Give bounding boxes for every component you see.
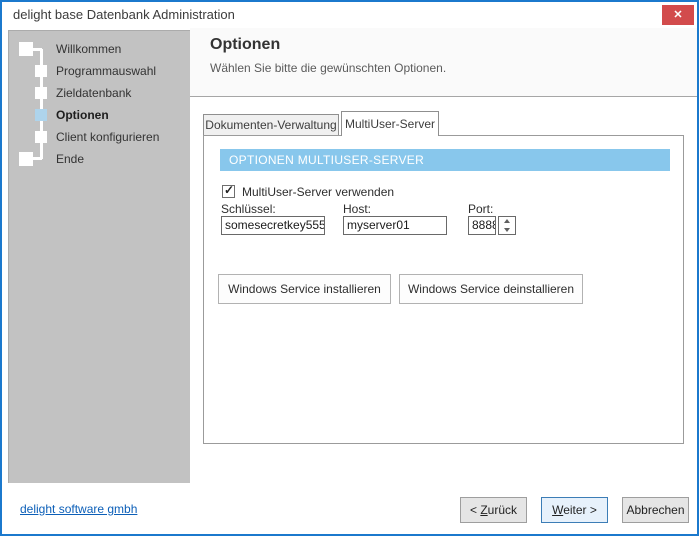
chevron-down-icon xyxy=(504,228,510,232)
key-field[interactable]: somesecretkey555 xyxy=(221,216,325,235)
step-marker-willkommen xyxy=(19,42,33,56)
tab-multiuser-server[interactable]: MultiUser-Server xyxy=(341,111,439,136)
host-field-label: Host: xyxy=(343,202,371,216)
page-title: Optionen xyxy=(210,36,280,54)
tab-dokumenten-verwaltung[interactable]: Dokumenten-Verwaltung xyxy=(203,114,339,136)
sidebar-item-client-konfigurieren: Client konfigurieren xyxy=(56,126,159,148)
step-marker-client-konfigurieren xyxy=(35,131,47,143)
uninstall-service-button[interactable]: Windows Service deinstallieren xyxy=(399,274,583,304)
multiuser-checkbox[interactable]: ✓ xyxy=(222,185,235,198)
step-marker-ende xyxy=(19,152,33,166)
back-button-mnemonic: Z xyxy=(480,503,487,517)
step-marker-optionen-active xyxy=(35,109,47,121)
sidebar-item-zieldatenbank: Zieldatenbank xyxy=(56,82,131,104)
cancel-button-label: Abbrechen xyxy=(626,503,684,517)
checkmark-icon: ✓ xyxy=(224,183,234,197)
step-marker-programmauswahl xyxy=(35,65,47,77)
install-service-button[interactable]: Windows Service installieren xyxy=(218,274,391,304)
port-field-value: 8888 xyxy=(472,218,496,232)
step-connector-line xyxy=(33,157,42,160)
wizard-header: Optionen Wählen Sie bitte die gewünschte… xyxy=(190,28,697,97)
next-button[interactable]: Weiter > xyxy=(541,497,608,523)
port-field[interactable]: 8888 xyxy=(468,216,496,235)
back-button[interactable]: < Zurück xyxy=(460,497,527,523)
port-stepper xyxy=(498,216,516,235)
chevron-up-icon xyxy=(504,219,510,223)
port-field-label: Port: xyxy=(468,202,493,216)
next-button-mnemonic: W xyxy=(552,503,563,517)
host-field[interactable]: myserver01 xyxy=(343,216,447,235)
section-banner: OPTIONEN MULTIUSER-SERVER xyxy=(220,149,670,171)
app-window: delight base Datenbank Administration ✕ … xyxy=(0,0,699,536)
cancel-button[interactable]: Abbrechen xyxy=(622,497,689,523)
step-connector-line xyxy=(33,48,42,51)
page-subtitle: Wählen Sie bitte die gewünschten Optione… xyxy=(210,61,446,75)
close-button[interactable]: ✕ xyxy=(662,5,694,25)
sidebar-item-programmauswahl: Programmauswahl xyxy=(56,60,156,82)
stepper-down-button[interactable] xyxy=(499,226,515,234)
vendor-link[interactable]: delight software gmbh xyxy=(20,502,137,516)
key-field-value: somesecretkey555 xyxy=(225,218,325,232)
next-button-label-rest: eiter > xyxy=(563,503,597,517)
window-title: delight base Datenbank Administration xyxy=(13,2,235,28)
multiuser-server-panel: OPTIONEN MULTIUSER-SERVER ✓ MultiUser-Se… xyxy=(203,135,684,444)
host-field-value: myserver01 xyxy=(347,218,410,232)
close-icon: ✕ xyxy=(673,9,682,21)
back-button-label: < xyxy=(470,503,480,517)
multiuser-checkbox-label: MultiUser-Server verwenden xyxy=(242,185,394,199)
wizard-steps-sidebar: Willkommen Programmauswahl Zieldatenbank… xyxy=(8,30,190,483)
sidebar-item-ende: Ende xyxy=(56,148,84,170)
stepper-up-button[interactable] xyxy=(499,217,515,225)
sidebar-item-willkommen: Willkommen xyxy=(56,38,121,60)
title-bar: delight base Datenbank Administration ✕ xyxy=(2,2,697,28)
key-field-label: Schlüssel: xyxy=(221,202,276,216)
back-button-label-rest: urück xyxy=(488,503,517,517)
sidebar-item-optionen: Optionen xyxy=(56,104,109,126)
step-marker-zieldatenbank xyxy=(35,87,47,99)
